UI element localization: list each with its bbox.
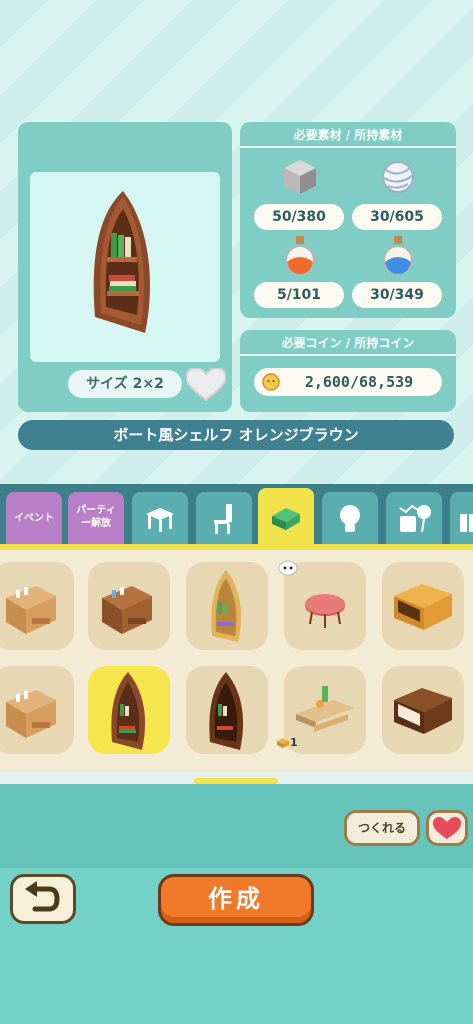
tab-chair[interactable] [196, 492, 252, 544]
tab-storage[interactable] [258, 488, 314, 544]
materials-panel: 必要素材 / 所持素材 50/380 30/605 5/101 30/349 [240, 122, 456, 318]
item-slot-brown-cabinet[interactable] [88, 562, 170, 650]
tab-party-unlock[interactable]: パーティー解放 [68, 492, 124, 544]
gift-icon [460, 510, 473, 532]
material-stone: 50/380 [254, 156, 344, 236]
tab-event-label: イベント [14, 513, 54, 524]
lightbulb-icon [340, 505, 360, 532]
coin-icon [262, 373, 280, 391]
size-label: サイズ 2×2 [68, 370, 182, 398]
craftable-filter-button[interactable]: つくれる [344, 810, 420, 846]
tab-event[interactable]: イベント [6, 492, 62, 544]
item-name: ボート風シェルフ オレンジブラウン [18, 420, 454, 450]
material-count: 30/605 [352, 204, 442, 230]
heart-icon [433, 817, 461, 839]
item-slot-wood-cabinet-2[interactable] [0, 666, 74, 754]
green-box-icon [272, 508, 300, 530]
coins-value: 2,600/68,539 [304, 373, 414, 391]
material-count: 30/349 [352, 282, 442, 308]
boat-shelf-image [93, 191, 150, 333]
item-slot-boat-shelf-dark[interactable] [186, 666, 268, 754]
blue-potion-icon [383, 236, 413, 275]
materials-header: 必要素材 / 所持素材 [240, 122, 456, 148]
item-slot-wood-cabinet[interactable] [0, 562, 74, 650]
create-button[interactable]: 作成 [158, 874, 314, 926]
tab-decoration[interactable] [386, 492, 442, 544]
stone-cube-icon [284, 160, 316, 194]
item-slot-orange-box[interactable] [382, 562, 464, 650]
back-button[interactable] [10, 874, 76, 924]
coins-bar: 2,600/68,539 [254, 368, 442, 396]
owned-count: 1 [290, 736, 298, 749]
table-icon [146, 508, 174, 532]
box-icon [277, 738, 289, 748]
yarn-ball-icon [382, 161, 414, 193]
category-tabbar: イベント パーティー解放 [0, 484, 473, 546]
item-preview-box [30, 172, 220, 362]
chair-icon [214, 504, 232, 534]
item-preview-panel: サイズ 2×2 [18, 122, 232, 412]
item-grid [0, 550, 473, 772]
material-blue-potion: 30/349 [352, 234, 442, 314]
coins-header: 必要コイン / 所持コイン [240, 330, 456, 356]
item-slot-boat-shelf-orange-selected[interactable] [88, 666, 170, 754]
favorite-filter-button[interactable] [426, 810, 468, 846]
tab-party-unlock-label: パーティー解放 [76, 505, 116, 529]
material-orange-potion: 5/101 [254, 234, 344, 314]
material-count: 5/101 [254, 282, 344, 308]
cup-balloon-icon [399, 504, 431, 533]
back-arrow-icon [25, 881, 60, 912]
item-slot-boat-shelf-light[interactable] [186, 562, 268, 650]
tab-gift[interactable] [450, 492, 473, 544]
item-slot-brown-box[interactable] [382, 666, 464, 754]
material-yarn: 30/605 [352, 156, 442, 236]
new-item-dots-icon [278, 560, 298, 576]
coins-panel: 必要コイン / 所持コイン 2,600/68,539 [240, 330, 456, 412]
tab-table[interactable] [132, 492, 188, 544]
tab-light[interactable] [322, 492, 378, 544]
material-count: 50/380 [254, 204, 344, 230]
orange-potion-icon [285, 236, 315, 275]
favorite-heart-icon[interactable] [184, 366, 228, 402]
owned-count-badge: 1 [276, 736, 306, 752]
